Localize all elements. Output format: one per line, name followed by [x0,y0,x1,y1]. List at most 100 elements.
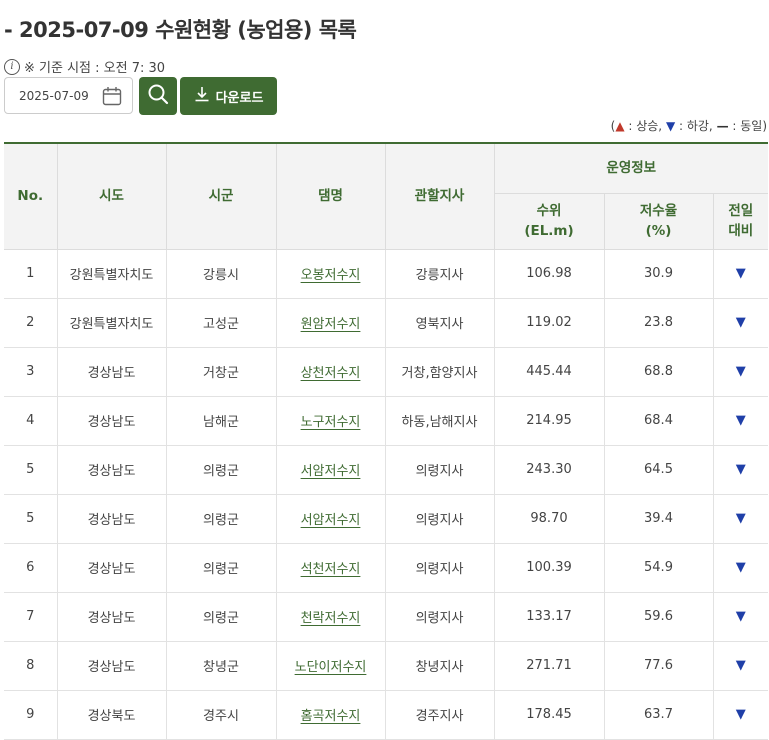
table-cell: 거창군 [166,347,277,397]
base-time-text: ※ 기준 시점 : 오전 7: 30 [24,61,166,76]
table-cell: ▼ [713,396,769,446]
table-cell: 강릉시 [166,249,277,299]
cell-branch: 의령지사 [415,464,464,479]
table-cell: 1 [4,249,58,299]
cell-sido: 경상남도 [87,366,136,381]
cell-dam[interactable]: 서암저수지 [301,513,361,528]
header-prev-day: 전일 대비 [713,193,769,250]
cell-storage-rate: 23.8 [644,315,673,330]
table-cell: 의령군 [166,494,277,544]
cell-branch: 경주지사 [415,709,464,724]
table-cell: 노단이저수지 [276,641,386,691]
table-row: 3 경상남도 거창군 상천저수지 거창,함양지사 445.44 68.8 ▼ [4,347,769,397]
table-row: 1 강원특별자치도 강릉시 오봉저수지 강릉지사 106.98 30.9 ▼ [4,249,769,299]
table-row: 9 경상북도 경주시 홈곡저수지 경주지사 178.45 63.7 ▼ [4,690,769,740]
cell-sigun: 남해군 [203,415,239,430]
header-level-line1: 수위 [536,203,562,219]
down-arrow-icon: ▼ [735,609,746,624]
cell-dam[interactable]: 천락저수지 [301,611,361,626]
cell-storage-rate: 64.5 [644,462,673,477]
header-operation-info: 운영정보 [494,142,769,194]
table-cell: 의령지사 [385,592,495,642]
table-cell: 의령군 [166,592,277,642]
calendar-icon[interactable] [102,86,122,110]
cell-dam[interactable]: 오봉저수지 [301,268,361,283]
table-cell: 100.39 [494,543,605,593]
header-sido: 시도 [57,142,167,250]
table-cell: 거창,함양지사 [385,347,495,397]
down-arrow-icon: ▼ [735,560,746,575]
cell-sigun: 강릉시 [203,268,239,283]
table-row: 8 경상남도 창녕군 노단이저수지 창녕지사 271.71 77.6 ▼ [4,641,769,691]
cell-sigun: 의령군 [203,562,239,577]
table-cell: 의령군 [166,543,277,593]
legend-same-text: : 동일) [728,119,767,133]
table-row: 6 경상남도 의령군 석천저수지 의령지사 100.39 54.9 ▼ [4,543,769,593]
table-cell: 서암저수지 [276,494,386,544]
download-button[interactable]: 다운로드 [180,77,277,115]
date-input[interactable] [19,88,105,103]
cell-dam[interactable]: 홈곡저수지 [301,709,361,724]
table-cell: 6 [4,543,58,593]
cell-storage-rate: 68.8 [644,364,673,379]
cell-sigun: 의령군 [203,611,239,626]
table-cell: 경주지사 [385,690,495,740]
table-cell: 68.8 [604,347,714,397]
cell-no: 2 [26,315,35,330]
header-dam: 댐명 [276,142,386,250]
search-button[interactable] [139,77,177,115]
table-row: 2 강원특별자치도 고성군 원암저수지 영북지사 119.02 23.8 ▼ [4,298,769,348]
info-icon: i [4,58,20,75]
table-cell: 119.02 [494,298,605,348]
table-cell: 경상남도 [57,445,167,495]
cell-water-level: 445.44 [526,364,572,379]
legend-down-text: : 하강, [675,119,717,133]
table-cell: 강릉지사 [385,249,495,299]
table-cell: 214.95 [494,396,605,446]
table-row: 5 경상남도 의령군 서암저수지 의령지사 98.70 39.4 ▼ [4,494,769,544]
cell-no: 5 [26,511,35,526]
table-cell: 경상남도 [57,347,167,397]
table-cell: 243.30 [494,445,605,495]
header-level-line2: (EL.m) [524,223,574,239]
date-picker[interactable] [4,77,133,114]
cell-branch: 의령지사 [415,513,464,528]
table-cell: 상천저수지 [276,347,386,397]
cell-water-level: 178.45 [526,707,572,722]
cell-water-level: 98.70 [530,511,568,526]
cell-dam[interactable]: 서암저수지 [301,464,361,479]
down-arrow-icon: ▼ [735,658,746,673]
table-cell: 남해군 [166,396,277,446]
table-cell: ▼ [713,690,769,740]
down-arrow-icon: ▼ [735,511,746,526]
table-cell: 경상남도 [57,641,167,691]
table-cell: 445.44 [494,347,605,397]
header-rate-line2: (%) [645,223,672,239]
cell-branch: 강릉지사 [415,268,464,283]
table-cell: 서암저수지 [276,445,386,495]
table-cell: 106.98 [494,249,605,299]
down-arrow-icon: ▼ [735,707,746,722]
cell-dam[interactable]: 석천저수지 [301,562,361,577]
cell-storage-rate: 30.9 [644,266,673,281]
download-icon [194,86,210,106]
page-title: - 2025-07-09 수원현황 (농업용) 목록 [4,18,357,42]
cell-sido: 경상남도 [87,415,136,430]
cell-dam[interactable]: 원암저수지 [301,317,361,332]
table-cell: 경상남도 [57,592,167,642]
cell-dam[interactable]: 상천저수지 [301,366,361,381]
table-cell: 77.6 [604,641,714,691]
table-cell: ▼ [713,249,769,299]
cell-storage-rate: 59.6 [644,609,673,624]
cell-sido: 강원특별자치도 [69,268,154,283]
table-row: 4 경상남도 남해군 노구저수지 하동,남해지사 214.95 68.4 ▼ [4,396,769,446]
cell-branch: 영북지사 [415,317,464,332]
cell-dam[interactable]: 노단이저수지 [295,660,367,675]
cell-storage-rate: 68.4 [644,413,673,428]
table-cell: 7 [4,592,58,642]
cell-dam[interactable]: 노구저수지 [301,415,361,430]
table-row: 5 경상남도 의령군 서암저수지 의령지사 243.30 64.5 ▼ [4,445,769,495]
cell-branch: 창녕지사 [415,660,464,675]
table-cell: 68.4 [604,396,714,446]
cell-sigun: 경주시 [203,709,239,724]
